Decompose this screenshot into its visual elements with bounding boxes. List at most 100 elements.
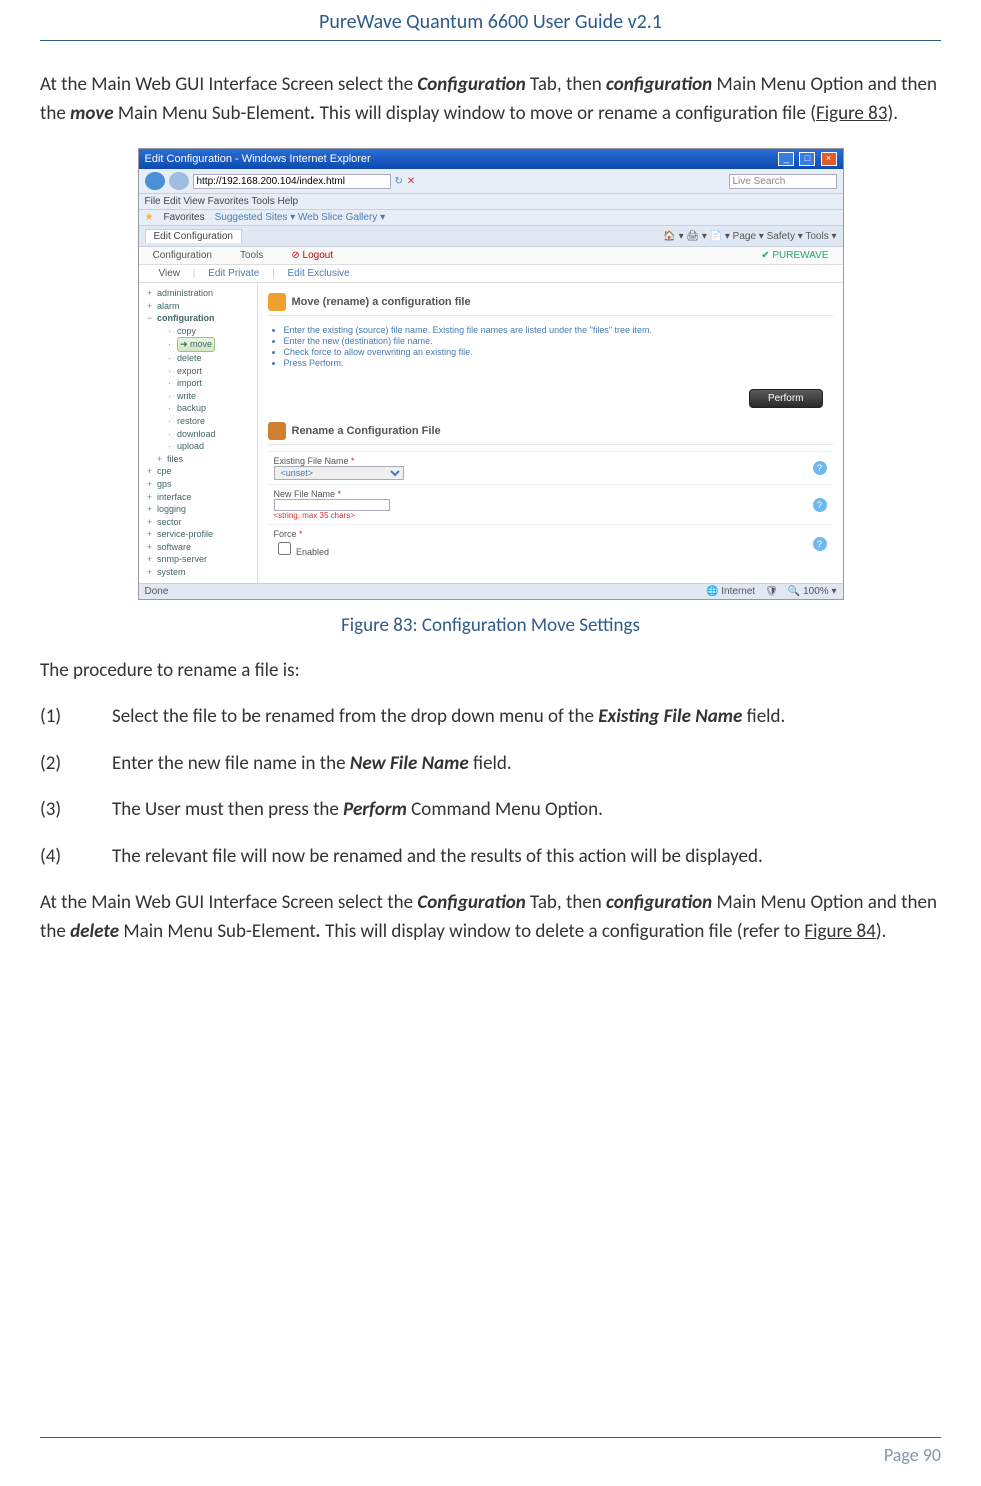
app-top-tabs: Configuration Tools ⊘ Logout ✔ PUREWAVE (139, 247, 843, 265)
step-text: The relevant file will now be renamed an… (112, 843, 763, 872)
tree-node-cpe[interactable]: + cpe (145, 465, 253, 478)
text: At the Main Web GUI Interface Screen sel… (40, 73, 417, 96)
tree-node-configuration[interactable]: − configuration (145, 312, 253, 325)
tab-logout[interactable]: ⊘ Logout (277, 247, 347, 264)
procedure-list: (1)Select the file to be renamed from th… (40, 703, 941, 871)
window-title: Edit Configuration - Windows Internet Ex… (145, 153, 371, 165)
section-rename-header: Rename a Configuration File (268, 418, 833, 445)
status-done: Done (145, 586, 169, 597)
intro-paragraph-1: At the Main Web GUI Interface Screen sel… (40, 71, 941, 128)
step-number: (2) (40, 750, 112, 779)
window-titlebar: Edit Configuration - Windows Internet Ex… (139, 149, 843, 169)
forward-button[interactable] (169, 172, 189, 190)
tree-node-sector[interactable]: + sector (145, 516, 253, 529)
favorites-bar: ★ Favorites Suggested Sites ▾ Web Slice … (139, 210, 843, 226)
tree-node-export[interactable]: · export (145, 365, 253, 378)
force-enabled-label: Enabled (296, 547, 329, 557)
protected-mode-icon: 🛡 (765, 586, 778, 597)
tree-node-administration[interactable]: + administration (145, 287, 253, 300)
help-icon[interactable]: ? (813, 537, 827, 551)
edit-exclusive-link[interactable]: Edit Exclusive (287, 268, 349, 279)
address-bar-row: ↻ ✕ Live Search (139, 169, 843, 194)
step-text: Select the file to be renamed from the d… (112, 703, 785, 732)
tree-node-download[interactable]: · download (145, 428, 253, 441)
help-icon[interactable]: ? (813, 498, 827, 512)
rename-icon (268, 422, 286, 440)
move-icon (268, 293, 286, 311)
browser-tool-menu[interactable]: 🏠 ▾ 🖨 ▾ 📄 ▾ Page ▾ Safety ▾ Tools ▾ (663, 231, 836, 242)
term-delete: delete (70, 920, 119, 943)
step-number: (4) (40, 843, 112, 872)
tree-node-alarm[interactable]: + alarm (145, 300, 253, 313)
perform-button[interactable]: Perform (749, 389, 823, 408)
nav-tree[interactable]: + administration+ alarm− configuration· … (139, 283, 258, 583)
back-button[interactable] (145, 172, 165, 190)
tree-node-snmp-server[interactable]: + snmp-server (145, 553, 253, 566)
tree-node-system[interactable]: + system (145, 566, 253, 579)
instruction-item: Enter the existing (source) file name. E… (284, 325, 833, 335)
view-link[interactable]: View (159, 268, 181, 279)
tree-node-software[interactable]: + software (145, 541, 253, 554)
text: This will display window to move or rena… (315, 102, 816, 125)
tree-node-write[interactable]: · write (145, 390, 253, 403)
term-configuration-tab: Configuration (417, 73, 525, 96)
minimize-button[interactable]: _ (778, 152, 794, 166)
tab-tools[interactable]: Tools (226, 247, 277, 264)
existing-file-row: Existing File Name * <unset> ? (268, 451, 833, 484)
force-checkbox[interactable] (278, 542, 291, 555)
procedure-step: (2)Enter the new file name in the New Fi… (40, 750, 941, 779)
tree-node-logging[interactable]: + logging (145, 503, 253, 516)
tree-node-upload[interactable]: · upload (145, 440, 253, 453)
close-button[interactable]: × (821, 152, 837, 166)
instructions-list: Enter the existing (source) file name. E… (268, 325, 833, 373)
section-rename-title: Rename a Configuration File (292, 425, 441, 437)
section-move-header: Move (rename) a configuration file (268, 289, 833, 316)
edit-private-link[interactable]: Edit Private (208, 268, 259, 279)
stop-icon[interactable]: ✕ (407, 176, 415, 187)
app-body: + administration+ alarm− configuration· … (139, 283, 843, 583)
favorites-star-icon[interactable]: ★ (145, 212, 154, 223)
existing-file-select[interactable]: <unset> (274, 466, 404, 480)
favorites-links[interactable]: Suggested Sites ▾ Web Slice Gallery ▾ (215, 212, 386, 223)
tree-node-service-profile[interactable]: + service-profile (145, 528, 253, 541)
figure-83-ref[interactable]: Figure 83 (816, 102, 887, 125)
term-configuration-menu: configuration (606, 891, 712, 914)
maximize-button[interactable]: □ (799, 152, 815, 166)
doc-header: PureWave Quantum 6600 User Guide v2.1 (40, 10, 941, 41)
text: ). (887, 102, 898, 125)
tree-node-import[interactable]: · import (145, 377, 253, 390)
existing-file-label: Existing File Name (274, 456, 349, 466)
step-number: (3) (40, 796, 112, 825)
tree-node-gps[interactable]: + gps (145, 478, 253, 491)
browser-tab[interactable]: Edit Configuration (145, 229, 243, 243)
text: Tab, then (526, 73, 606, 96)
browser-menubar[interactable]: File Edit View Favorites Tools Help (139, 194, 843, 210)
refresh-icon[interactable]: ↻ (395, 176, 403, 187)
page-number: Page 90 (40, 1437, 941, 1466)
force-checkbox-wrap[interactable]: Enabled (274, 547, 330, 557)
tree-node-restore[interactable]: · restore (145, 415, 253, 428)
required-star: * (338, 489, 342, 499)
new-file-input[interactable] (274, 499, 390, 511)
tree-node-files[interactable]: + files (145, 453, 253, 466)
force-row: Force * Enabled ? (268, 524, 833, 562)
term-move: move (70, 102, 113, 125)
tree-node-interface[interactable]: + interface (145, 491, 253, 504)
separator: | (193, 268, 196, 279)
tree-node-copy[interactable]: · copy (145, 325, 253, 338)
content-panel: Move (rename) a configuration file Enter… (258, 283, 843, 583)
address-input[interactable] (193, 174, 391, 189)
zoom-level[interactable]: 🔍 100% ▾ (788, 586, 837, 597)
term-configuration-menu: configuration (606, 73, 712, 96)
help-icon[interactable]: ? (813, 461, 827, 475)
figure-83: Edit Configuration - Windows Internet Ex… (40, 148, 941, 600)
tab-configuration[interactable]: Configuration (139, 247, 226, 264)
tree-node-delete[interactable]: · delete (145, 352, 253, 365)
tree-node-backup[interactable]: · backup (145, 402, 253, 415)
force-label: Force (274, 529, 297, 539)
procedure-step: (1)Select the file to be renamed from th… (40, 703, 941, 732)
figure-84-ref[interactable]: Figure 84 (804, 920, 875, 943)
search-input[interactable]: Live Search (729, 174, 837, 189)
tree-node-move[interactable]: · ➜ move (145, 337, 253, 352)
ie-window: Edit Configuration - Windows Internet Ex… (138, 148, 844, 600)
